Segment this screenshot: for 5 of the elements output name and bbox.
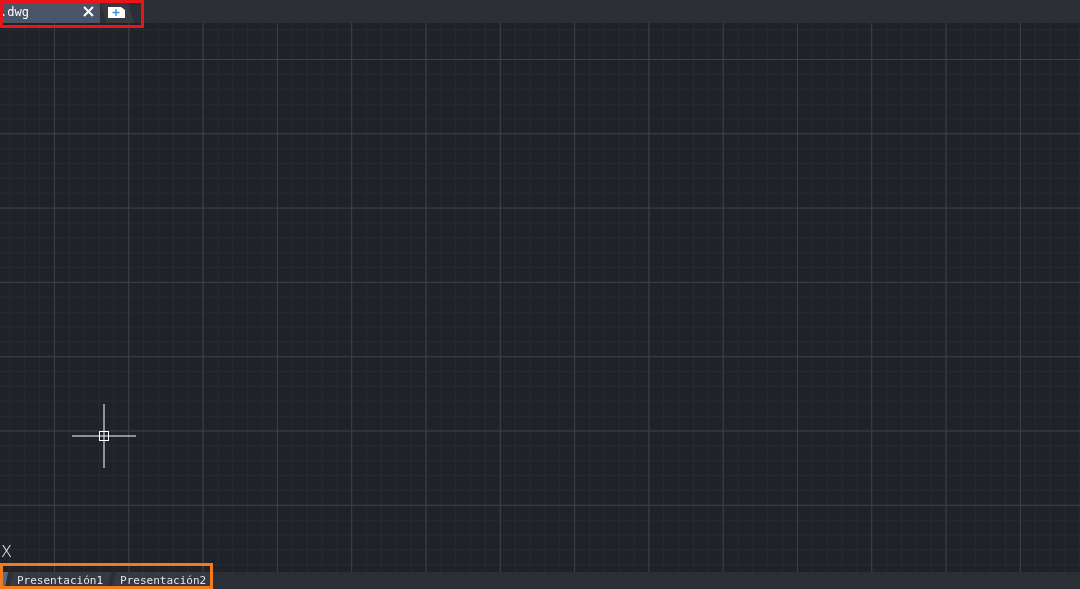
close-icon[interactable] (83, 6, 94, 17)
crosshair-cursor-icon (72, 404, 136, 468)
plus-icon (108, 5, 126, 18)
drawing-canvas[interactable]: X (0, 23, 1080, 572)
ucs-axis-label: X (1, 544, 12, 560)
